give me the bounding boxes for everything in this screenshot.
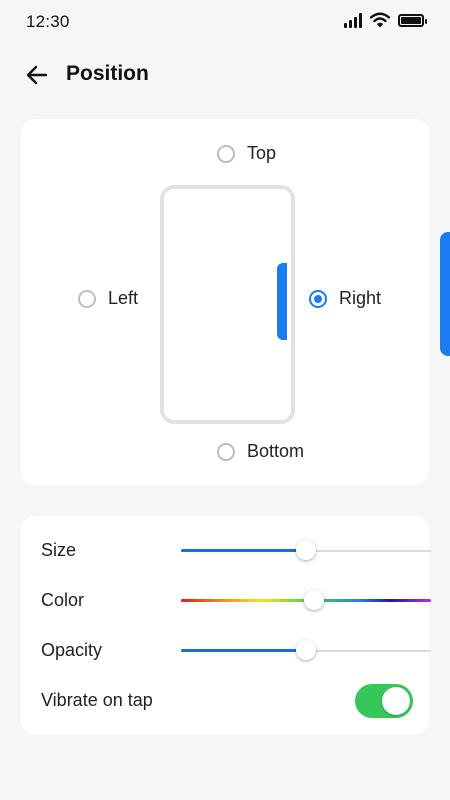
opacity-row: Opacity — [41, 636, 431, 666]
color-label: Color — [41, 590, 85, 610]
signal-icon — [344, 12, 362, 28]
position-option-right[interactable]: Right — [309, 288, 381, 309]
wifi-icon — [370, 12, 390, 28]
radio-left[interactable] — [78, 289, 96, 308]
vibrate-label: Vibrate on tap — [41, 690, 153, 710]
size-slider[interactable] — [181, 540, 431, 560]
opacity-slider-thumb[interactable] — [296, 640, 316, 660]
vibrate-row: Vibrate on tap — [41, 684, 413, 718]
position-label-top: Top — [247, 143, 277, 163]
opacity-slider[interactable] — [181, 640, 431, 660]
status-bar: 12:30 — [0, 0, 450, 44]
toggle-knob — [382, 687, 410, 715]
header: Position — [0, 52, 450, 98]
battery-icon — [398, 13, 427, 27]
handle-preview — [277, 263, 287, 340]
status-icons — [344, 12, 427, 28]
settings-card: Size Color Opacity Vibrate on tap — [21, 516, 431, 735]
page-title: Position — [66, 62, 149, 85]
position-label-bottom: Bottom — [247, 441, 305, 461]
size-row: Size — [41, 536, 431, 566]
position-option-left[interactable]: Left — [78, 288, 138, 309]
size-label: Size — [41, 540, 77, 560]
opacity-label: Opacity — [41, 640, 103, 660]
position-label-left: Left — [108, 288, 139, 308]
opacity-slider-fill — [181, 649, 306, 652]
status-time: 12:30 — [26, 12, 70, 31]
color-slider[interactable] — [181, 590, 431, 610]
radio-bottom[interactable] — [217, 442, 235, 461]
color-slider-thumb[interactable] — [303, 590, 324, 610]
vibrate-toggle[interactable] — [355, 684, 413, 718]
back-arrow-icon[interactable] — [22, 60, 52, 90]
phone-preview — [160, 185, 295, 424]
position-card: Top Left Right Bottom — [21, 119, 429, 485]
position-option-top[interactable]: Top — [217, 143, 276, 164]
color-row: Color — [41, 586, 431, 616]
radio-top[interactable] — [217, 144, 235, 163]
size-slider-thumb[interactable] — [296, 540, 316, 560]
radio-right[interactable] — [309, 289, 327, 308]
position-option-bottom[interactable]: Bottom — [217, 441, 304, 462]
size-slider-fill — [181, 549, 306, 552]
position-label-right: Right — [339, 288, 382, 308]
floating-edge-handle[interactable] — [440, 232, 450, 356]
